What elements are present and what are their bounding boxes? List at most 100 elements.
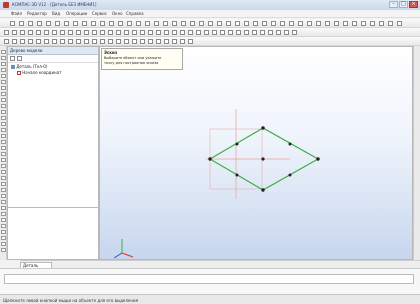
- toolbar-button-icon[interactable]: [284, 30, 289, 35]
- toolbar-button-icon[interactable]: [204, 30, 209, 35]
- compact-toolbar-button-icon[interactable]: [1, 158, 6, 162]
- toolbar-button-icon[interactable]: [46, 21, 51, 26]
- toolbar-button-icon[interactable]: [190, 21, 195, 26]
- toolbar-button-icon[interactable]: [352, 21, 357, 26]
- toolbar-button-icon[interactable]: [92, 39, 97, 44]
- toolbar-button-icon[interactable]: [55, 21, 60, 26]
- compact-toolbar-button-icon[interactable]: [1, 62, 6, 66]
- toolbar-button-icon[interactable]: [343, 21, 348, 26]
- compact-toolbar-button-icon[interactable]: [1, 128, 6, 132]
- toolbar-button-icon[interactable]: [76, 30, 81, 35]
- toolbar-button-icon[interactable]: [388, 21, 393, 26]
- toolbar-button-icon[interactable]: [4, 30, 9, 35]
- toolbar-button-icon[interactable]: [52, 39, 57, 44]
- toolbar-button-icon[interactable]: [292, 30, 297, 35]
- toolbar-button-icon[interactable]: [334, 21, 339, 26]
- compact-toolbar-button-icon[interactable]: [1, 170, 6, 174]
- compact-toolbar-button-icon[interactable]: [1, 56, 6, 60]
- toolbar-button-icon[interactable]: [84, 30, 89, 35]
- toolbar-button-icon[interactable]: [12, 39, 17, 44]
- toolbar-button-icon[interactable]: [127, 21, 132, 26]
- toolbar-button-icon[interactable]: [325, 21, 330, 26]
- compact-toolbar-button-icon[interactable]: [1, 122, 6, 126]
- toolbar-button-icon[interactable]: [140, 39, 145, 44]
- toolbar-button-icon[interactable]: [116, 39, 121, 44]
- toolbar-button-icon[interactable]: [109, 21, 114, 26]
- toolbar-button-icon[interactable]: [361, 21, 366, 26]
- tree-node-root[interactable]: Деталь (Тел-0): [11, 64, 47, 69]
- compact-toolbar-button-icon[interactable]: [1, 74, 6, 78]
- compact-toolbar-button-icon[interactable]: [1, 188, 6, 192]
- toolbar-button-icon[interactable]: [100, 21, 105, 26]
- toolbar-button-icon[interactable]: [235, 21, 240, 26]
- compact-toolbar-button-icon[interactable]: [1, 164, 6, 168]
- toolbar-button-icon[interactable]: [244, 21, 249, 26]
- compact-toolbar-button-icon[interactable]: [1, 176, 6, 180]
- toolbar-button-icon[interactable]: [252, 30, 257, 35]
- toolbar-button-icon[interactable]: [154, 21, 159, 26]
- sketch-point[interactable]: [235, 173, 239, 177]
- toolbar-button-icon[interactable]: [226, 21, 231, 26]
- toolbar-button-icon[interactable]: [220, 30, 225, 35]
- toolbar-button-icon[interactable]: [280, 21, 285, 26]
- compact-toolbar-button-icon[interactable]: [1, 134, 6, 138]
- toolbar-button-icon[interactable]: [145, 21, 150, 26]
- menu-view[interactable]: Вид: [52, 11, 60, 16]
- toolbar-button-icon[interactable]: [108, 39, 113, 44]
- toolbar-button-icon[interactable]: [68, 39, 73, 44]
- menu-window[interactable]: Окно: [112, 11, 123, 16]
- menu-file[interactable]: Файл: [11, 11, 22, 16]
- toolbar-button-icon[interactable]: [116, 30, 121, 35]
- compact-toolbar-button-icon[interactable]: [1, 104, 6, 108]
- compact-toolbar-button-icon[interactable]: [1, 98, 6, 102]
- toolbar-button-icon[interactable]: [132, 30, 137, 35]
- toolbar-button-icon[interactable]: [36, 39, 41, 44]
- toolbar-button-icon[interactable]: [140, 30, 145, 35]
- toolbar-button-icon[interactable]: [260, 30, 265, 35]
- toolbar-button-icon[interactable]: [20, 39, 25, 44]
- menu-edit[interactable]: Редактор: [27, 11, 47, 16]
- toolbar-button-icon[interactable]: [181, 21, 186, 26]
- compact-toolbar-button-icon[interactable]: [1, 224, 6, 228]
- toolbar-button-icon[interactable]: [132, 39, 137, 44]
- compact-toolbar-button-icon[interactable]: [1, 80, 6, 84]
- toolbar-button-icon[interactable]: [37, 21, 42, 26]
- sketch-point[interactable]: [208, 157, 212, 161]
- toolbar-button-icon[interactable]: [156, 39, 161, 44]
- toolbar-button-icon[interactable]: [164, 30, 169, 35]
- toolbar-button-icon[interactable]: [397, 21, 402, 26]
- toolbar-button-icon[interactable]: [163, 21, 168, 26]
- menu-service[interactable]: Сервис: [92, 11, 107, 16]
- toolbar-button-icon[interactable]: [180, 39, 185, 44]
- toolbar-button-icon[interactable]: [289, 21, 294, 26]
- sketch-point[interactable]: [261, 188, 265, 192]
- sketch-point[interactable]: [288, 173, 292, 177]
- toolbar-button-icon[interactable]: [28, 21, 33, 26]
- menu-operations[interactable]: Операции: [66, 11, 87, 16]
- toolbar-button-icon[interactable]: [28, 39, 33, 44]
- toolbar-button-icon[interactable]: [60, 39, 65, 44]
- toolbar-button-icon[interactable]: [20, 30, 25, 35]
- vertical-scrollbar[interactable]: [413, 46, 420, 260]
- compact-toolbar-button-icon[interactable]: [1, 182, 6, 186]
- toolbar-button-icon[interactable]: [124, 39, 129, 44]
- toolbar-button-icon[interactable]: [44, 39, 49, 44]
- compact-toolbar-button-icon[interactable]: [1, 212, 6, 216]
- sketch-point[interactable]: [235, 142, 239, 146]
- graphics-viewport[interactable]: Эскиз Выберите объект или укажите точку …: [99, 46, 413, 260]
- tree-filter-icon[interactable]: [10, 56, 15, 61]
- toolbar-button-icon[interactable]: [217, 21, 222, 26]
- toolbar-button-icon[interactable]: [10, 21, 15, 26]
- toolbar-button-icon[interactable]: [52, 30, 57, 35]
- toolbar-button-icon[interactable]: [19, 21, 24, 26]
- toolbar-button-icon[interactable]: [164, 39, 169, 44]
- compact-toolbar-button-icon[interactable]: [1, 194, 6, 198]
- toolbar-button-icon[interactable]: [100, 39, 105, 44]
- compact-toolbar-button-icon[interactable]: [1, 86, 6, 90]
- compact-toolbar-button-icon[interactable]: [1, 140, 6, 144]
- toolbar-button-icon[interactable]: [92, 30, 97, 35]
- sketch-point[interactable]: [316, 157, 320, 161]
- center-point[interactable]: [261, 157, 265, 161]
- toolbar-button-icon[interactable]: [28, 30, 33, 35]
- compact-toolbar-button-icon[interactable]: [1, 68, 6, 72]
